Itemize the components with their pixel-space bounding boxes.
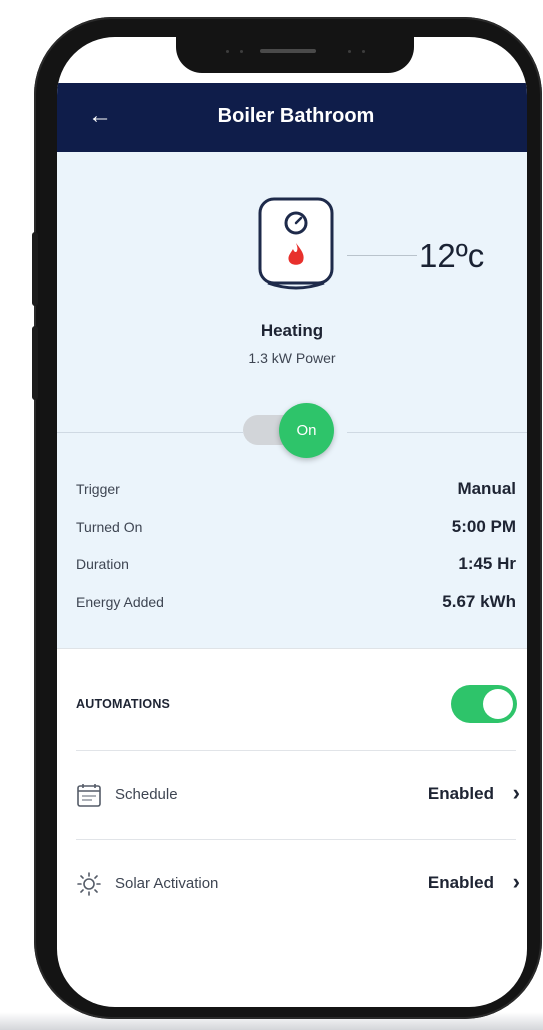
detail-value: Manual	[457, 479, 516, 498]
chevron-right-icon: ›	[512, 780, 520, 805]
device-status-title: Heating	[260, 321, 324, 340]
detail-label: Turned On	[76, 519, 143, 535]
volume-down-button	[32, 326, 38, 400]
volume-up-button	[32, 232, 38, 306]
automations-toggle-thumb	[483, 689, 513, 719]
power-toggle[interactable]: On	[243, 403, 345, 465]
automation-row-value: Enabled	[427, 784, 494, 803]
automation-row-solar-activation[interactable]: Solar Activation Enabled ›	[76, 867, 520, 901]
calendar-icon	[77, 784, 101, 807]
notch-camera	[362, 50, 365, 53]
earpiece-speaker	[260, 49, 316, 53]
detail-row-turned-on: Turned On 5:00 PM	[76, 517, 516, 541]
divider-left	[57, 432, 243, 433]
detail-label: Trigger	[76, 481, 120, 497]
detail-row-energy-added: Energy Added 5.67 kWh	[76, 592, 516, 616]
detail-row-duration: Duration 1:45 Hr	[76, 554, 516, 578]
notch-sensor	[348, 50, 351, 53]
detail-label: Duration	[76, 556, 129, 572]
app-bar: ← Boiler Bathroom	[57, 83, 527, 152]
detail-row-trigger: Trigger Manual	[76, 479, 516, 503]
detail-value: 5.67 kWh	[442, 592, 516, 611]
list-separator	[76, 839, 516, 840]
automation-row-value: Enabled	[427, 873, 494, 892]
water-heater-flame-icon	[258, 197, 334, 290]
automations-toggle[interactable]	[451, 685, 517, 723]
detail-value: 5:00 PM	[451, 517, 516, 536]
device-power-rating: 1.3 kW Power	[248, 350, 336, 366]
phone-screen: ← Boiler Bathroom 12ºc Heating 1.3 kW Po…	[57, 37, 527, 1007]
sun-icon	[77, 872, 101, 896]
notch-sensor	[226, 50, 229, 53]
temperature-connector	[347, 255, 417, 256]
power-toggle-knob[interactable]: On	[279, 403, 334, 458]
detail-label: Energy Added	[76, 594, 164, 610]
notch	[176, 37, 414, 73]
automation-row-label: Solar Activation	[115, 875, 219, 892]
page-title: Boiler Bathroom	[217, 105, 375, 127]
divider-right	[347, 432, 527, 433]
detail-value: 1:45 Hr	[458, 554, 516, 573]
automation-row-schedule[interactable]: Schedule Enabled ›	[76, 778, 520, 812]
temperature-readout: 12ºc	[419, 237, 485, 274]
automation-row-label: Schedule	[115, 786, 178, 803]
section-divider	[57, 648, 527, 649]
list-separator	[76, 750, 516, 751]
chevron-right-icon: ›	[512, 869, 520, 894]
notch-sensor	[240, 50, 243, 53]
automations-heading: AUTOMATIONS	[76, 697, 171, 711]
